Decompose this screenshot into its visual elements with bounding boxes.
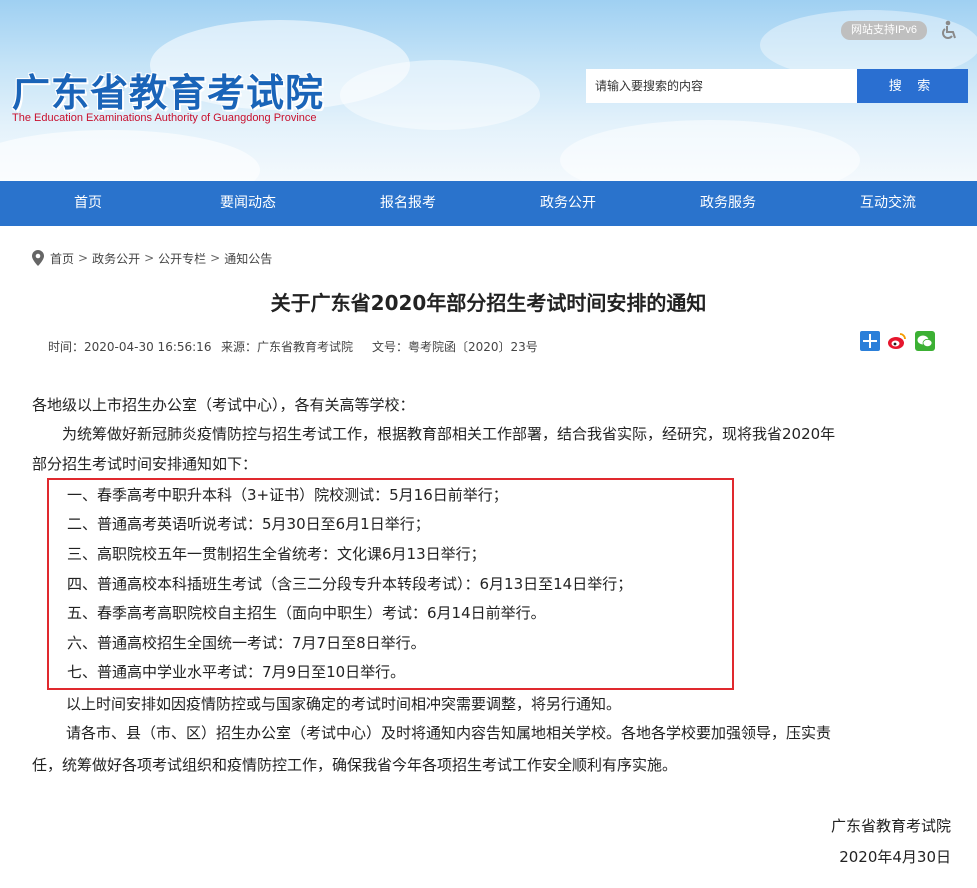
breadcrumb: 首页 > 政务公开 > 公开专栏 > 通知公告 (32, 249, 272, 267)
location-pin-icon (32, 250, 44, 266)
site-header: 广东省教育考试院 The Education Examinations Auth… (0, 0, 977, 181)
breadcrumb-separator: > (144, 251, 155, 265)
schedule-item: 四、普通高校本科插班生考试（含三二分段专升本转段考试）：6月13日至14日举行； (67, 575, 633, 593)
breadcrumb-gov-info[interactable]: 政务公开 (92, 250, 140, 267)
breadcrumb-column[interactable]: 公开专栏 (158, 250, 206, 267)
share-plus-icon[interactable] (860, 331, 880, 351)
article-doc-number: 文号：粤考院函〔2020〕23号 (372, 340, 538, 354)
cloud-decoration (340, 60, 540, 130)
breadcrumb-home[interactable]: 首页 (50, 250, 74, 267)
search-input[interactable]: 请输入要搜索的内容 (586, 69, 857, 103)
article-note: 以上时间安排如因疫情防控或与国家确定的考试时间相冲突需要调整，将另行通知。 (66, 695, 622, 713)
breadcrumb-separator: > (210, 251, 221, 265)
schedule-item: 六、普通高校招生全国统一考试：7月7日至8日举行。 (67, 634, 426, 652)
schedule-item: 一、春季高考中职升本科（3+证书）院校测试：5月16日前举行； (67, 486, 508, 504)
nav-item-registration[interactable]: 报名报考 (328, 181, 488, 226)
article-signature: 广东省教育考试院 (830, 817, 951, 835)
article-intro-line1: 为统筹做好新冠肺炎疫情防控与招生考试工作，根据教育部相关工作部署，结合我省实际，… (62, 425, 836, 443)
nav-item-gov-service[interactable]: 政务服务 (648, 181, 808, 226)
article-closing-line2: 任，统筹做好各项考试组织和疫情防控工作，确保我省今年各项招生考试工作安全顺利有序… (32, 756, 678, 774)
nav-item-home[interactable]: 首页 (8, 181, 168, 226)
schedule-item: 二、普通高考英语听说考试：5月30日至6月1日举行； (67, 515, 430, 533)
nav-item-news[interactable]: 要闻动态 (168, 181, 328, 226)
site-logo-cn[interactable]: 广东省教育考试院 (12, 62, 324, 117)
nav-item-interaction[interactable]: 互动交流 (808, 181, 968, 226)
ipv6-badge: 网站支持IPv6 (841, 21, 927, 40)
breadcrumb-notice[interactable]: 通知公告 (224, 250, 272, 267)
article-date: 2020年4月30日 (839, 848, 951, 866)
nav-item-gov-info[interactable]: 政务公开 (488, 181, 648, 226)
article-time: 时间：2020-04-30 16:56:16 (48, 340, 212, 354)
article-intro-line2: 部分招生考试时间安排通知如下： (32, 455, 258, 473)
article-closing-line1: 请各市、县（市、区）招生办公室（考试中心）及时将通知内容告知属地相关学校。各地各… (66, 724, 832, 742)
wechat-icon[interactable] (915, 331, 935, 351)
main-nav: 首页 要闻动态 报名报考 政务公开 政务服务 互动交流 (0, 181, 977, 226)
cloud-decoration (0, 130, 260, 181)
cloud-decoration (560, 120, 860, 181)
site-logo-en: The Education Examinations Authority of … (12, 112, 317, 124)
weibo-icon[interactable] (887, 331, 907, 351)
breadcrumb-separator: > (78, 251, 89, 265)
article-salutation: 各地级以上市招生办公室（考试中心），各有关高等学校： (32, 396, 415, 414)
wheelchair-accessibility-icon[interactable] (939, 20, 959, 42)
schedule-item: 三、高职院校五年一贯制招生全省统考：文化课6月13日举行； (67, 545, 486, 563)
article-source: 来源：广东省教育考试院 (221, 340, 354, 354)
search-button[interactable]: 搜 索 (857, 69, 968, 103)
schedule-item: 七、普通高中学业水平考试：7月9日至10日举行。 (67, 663, 406, 681)
schedule-item: 五、春季高考高职院校自主招生（面向中职生）考试：6月14日前举行。 (67, 604, 546, 622)
article-title: 关于广东省2020年部分招生考试时间安排的通知 (270, 291, 707, 315)
